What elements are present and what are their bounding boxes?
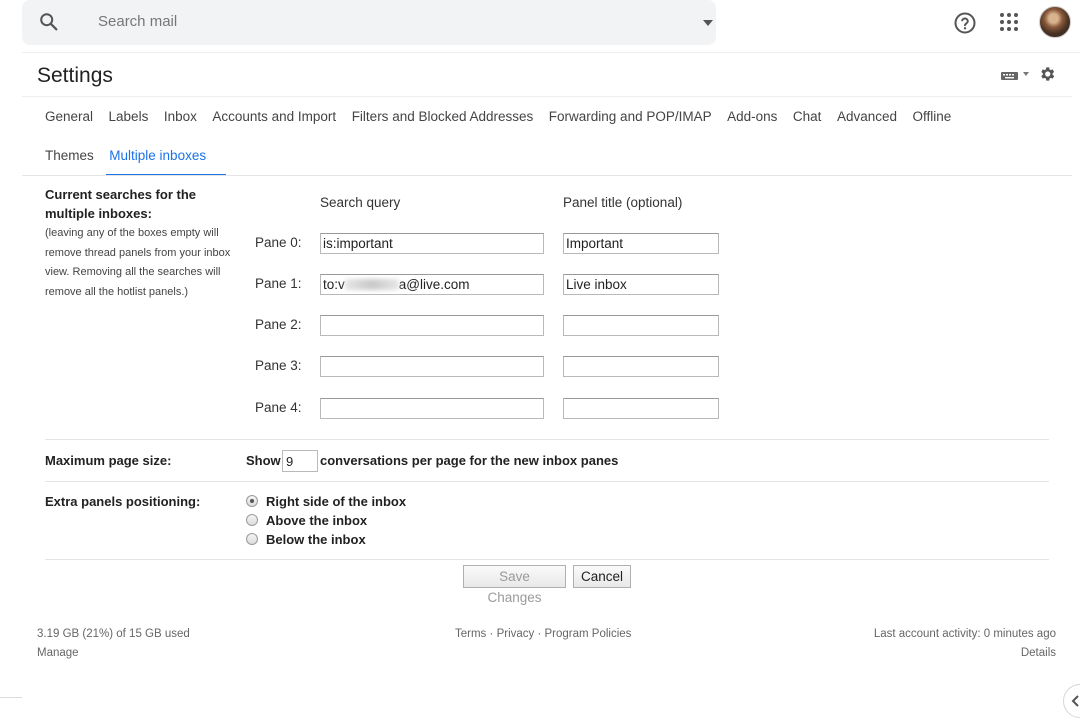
- last-account-activity: Last account activity: 0 minutes ago: [873, 628, 1056, 640]
- max-page-size-label: Maximum page size:: [45, 453, 172, 468]
- position-option-label: Below the inbox: [266, 531, 366, 547]
- pane-1-title-input[interactable]: Live inbox: [563, 274, 719, 295]
- page-title: Settings: [37, 64, 113, 87]
- gear-icon[interactable]: [1038, 65, 1056, 83]
- position-option-above[interactable]: Above the inbox: [246, 511, 367, 529]
- pane-3-title-input[interactable]: [563, 356, 719, 377]
- radio-button-checked[interactable]: [246, 495, 258, 507]
- details-link[interactable]: Details: [1021, 647, 1056, 659]
- tab-multiple-inboxes[interactable]: Multiple inboxes: [109, 148, 206, 168]
- pane-4-query-input[interactable]: [320, 398, 544, 419]
- tab-forwarding[interactable]: Forwarding and POP/IMAP: [549, 109, 712, 129]
- position-option-below[interactable]: Below the inbox: [246, 530, 366, 548]
- settings-tabs: General Labels Inbox Accounts and Import…: [45, 109, 967, 129]
- pane-3-query-input[interactable]: [320, 356, 544, 377]
- radio-button[interactable]: [246, 514, 258, 526]
- program-policies-link[interactable]: Program Policies: [545, 628, 632, 640]
- divider: [0, 697, 22, 698]
- tab-chat[interactable]: Chat: [793, 109, 822, 129]
- settings-tabs-row2: Themes Multiple inboxes: [45, 148, 222, 168]
- tab-inbox[interactable]: Inbox: [164, 109, 197, 129]
- search-input[interactable]: Search mail: [98, 13, 177, 30]
- search-icon[interactable]: [38, 11, 60, 33]
- search-bar[interactable]: Search mail: [22, 0, 716, 45]
- tab-add-ons[interactable]: Add-ons: [727, 109, 777, 129]
- pane-1-query-prefix: to:v: [323, 277, 345, 292]
- privacy-link[interactable]: Privacy: [497, 628, 535, 640]
- pane-0-label: Pane 0:: [255, 235, 302, 250]
- search-query-header: Search query: [320, 195, 401, 210]
- side-panel-toggle-button[interactable]: [1063, 684, 1080, 718]
- account-avatar[interactable]: [1039, 6, 1071, 38]
- cancel-button[interactable]: Cancel: [573, 565, 631, 588]
- panel-title-header: Panel title (optional): [563, 195, 683, 210]
- pane-2-title-input[interactable]: [563, 315, 719, 336]
- pane-4-title-input[interactable]: [563, 398, 719, 419]
- tab-labels[interactable]: Labels: [109, 109, 149, 129]
- page-size-suffix: conversations per page for the new inbox…: [320, 453, 619, 468]
- pane-1-label: Pane 1:: [255, 276, 302, 291]
- page-size-input[interactable]: 9: [282, 450, 318, 472]
- pane-2-label: Pane 2:: [255, 317, 302, 332]
- separator: ·: [489, 628, 494, 640]
- divider: [22, 175, 1072, 176]
- pane-0-query-input[interactable]: is:important: [320, 233, 544, 254]
- help-icon[interactable]: [953, 11, 977, 35]
- tab-offline[interactable]: Offline: [912, 109, 951, 129]
- position-option-label: Above the inbox: [266, 512, 368, 528]
- pane-1-query-suffix: a@live.com: [398, 277, 470, 292]
- tab-general[interactable]: General: [45, 109, 93, 129]
- top-bar: Search mail: [0, 0, 1080, 52]
- footer-links: Terms · Privacy · Program Policies: [455, 628, 631, 640]
- tab-themes[interactable]: Themes: [45, 148, 94, 168]
- pane-3-label: Pane 3:: [255, 358, 302, 373]
- search-options-icon[interactable]: [702, 17, 714, 29]
- divider: [45, 439, 1049, 440]
- save-changes-button[interactable]: Save Changes: [463, 565, 566, 605]
- current-searches-note: (leaving any of the boxes empty will rem…: [45, 227, 231, 298]
- pane-4-label: Pane 4:: [255, 400, 302, 415]
- radio-button[interactable]: [246, 533, 258, 545]
- position-option-right[interactable]: Right side of the inbox: [246, 492, 406, 510]
- storage-usage: 3.19 GB (21%) of 15 GB used: [37, 628, 190, 640]
- input-tools-icon[interactable]: [1001, 69, 1033, 81]
- extra-panels-positioning-label: Extra panels positioning:: [45, 494, 201, 509]
- divider: [22, 52, 1080, 53]
- divider: [22, 96, 1072, 97]
- redacted-text: [344, 279, 399, 290]
- terms-link[interactable]: Terms: [455, 628, 486, 640]
- separator: ·: [537, 628, 542, 640]
- tab-advanced[interactable]: Advanced: [837, 109, 897, 129]
- manage-storage-link[interactable]: Manage: [37, 647, 79, 659]
- show-label: Show: [246, 453, 281, 468]
- divider: [45, 481, 1049, 482]
- position-option-label: Right side of the inbox: [266, 493, 407, 509]
- pane-1-query-input[interactable]: to:v a@live.com: [320, 274, 544, 295]
- current-searches-label: Current searches for the multiple inboxe…: [45, 187, 196, 221]
- pane-0-title-input[interactable]: Important: [563, 233, 719, 254]
- tab-filters[interactable]: Filters and Blocked Addresses: [352, 109, 534, 129]
- chevron-left-icon: [1071, 695, 1079, 707]
- apps-grid-icon[interactable]: [998, 11, 1020, 33]
- tab-accounts-and-import[interactable]: Accounts and Import: [212, 109, 336, 129]
- pane-2-query-input[interactable]: [320, 315, 544, 336]
- divider: [45, 559, 1049, 560]
